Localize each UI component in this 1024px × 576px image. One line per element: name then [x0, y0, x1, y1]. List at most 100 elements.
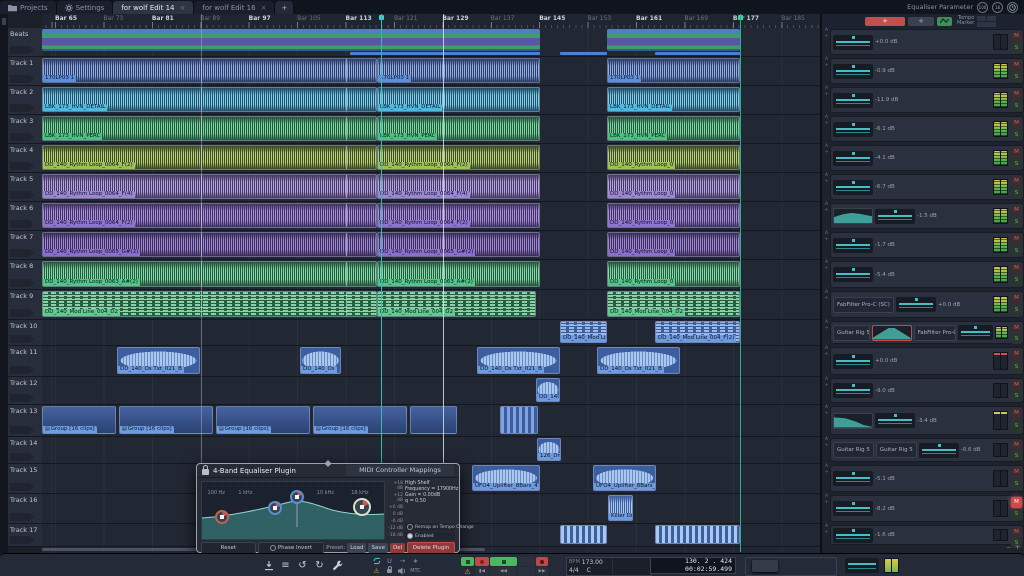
- plugin-button[interactable]: Guitar Rig 5: [833, 442, 874, 458]
- track-header-tag[interactable]: [10, 483, 34, 491]
- volume-fader[interactable]: [833, 180, 873, 195]
- solo-button[interactable]: S: [1011, 159, 1022, 170]
- punch-icon[interactable]: U: [383, 556, 396, 566]
- audio-clip[interactable]: LBK_173_HVN_DETAIL: [607, 87, 740, 112]
- audio-clip[interactable]: DD_140_Rythm Loop_0064_F(2): [377, 203, 540, 228]
- warning-icon[interactable]: ⚠: [370, 566, 383, 576]
- audio-clip[interactable]: [655, 525, 740, 544]
- track-lane[interactable]: DD_140_Os Txt_021_B DD_140_Os DD_140_Os Tx…: [42, 346, 820, 377]
- remap-radio[interactable]: [407, 524, 413, 530]
- remap-option[interactable]: Remap on Tempo Change: [405, 523, 455, 531]
- preset-save-button[interactable]: Save: [368, 543, 388, 553]
- preset-del-button[interactable]: Del: [390, 543, 405, 553]
- track-header[interactable]: Track 17: [8, 524, 42, 547]
- mtc-label[interactable]: MTC: [409, 566, 422, 576]
- audio-clip[interactable]: DD_140_Os Txt_021_B: [117, 347, 200, 374]
- volume-fader[interactable]: [833, 528, 873, 543]
- audio-clip[interactable]: DD_140_Os: [300, 347, 341, 374]
- mixer-row[interactable]: Guitar Rig 5Guitar Rig 5-0.6 dBMS: [830, 438, 1024, 462]
- tool-wrench-icon[interactable]: [330, 558, 345, 573]
- eq-band-knob-1[interactable]: [215, 510, 229, 524]
- track-header-tag[interactable]: [10, 513, 34, 521]
- volume-fader[interactable]: [833, 151, 873, 166]
- track-lane[interactable]: 126_Dm: [42, 437, 820, 464]
- audio-clip[interactable]: LBK_173_HVN_DETAIL: [42, 87, 377, 112]
- tab-new-tab[interactable]: +: [275, 1, 294, 14]
- track-header[interactable]: Track 11: [8, 346, 42, 377]
- volume-fader[interactable]: [833, 501, 873, 516]
- loop-icon[interactable]: [370, 556, 383, 566]
- solo-button[interactable]: S: [1011, 305, 1022, 316]
- track-header-tag[interactable]: [10, 220, 34, 228]
- mute-button[interactable]: M: [1011, 176, 1022, 187]
- volume-fader[interactable]: [833, 354, 873, 369]
- mute-button[interactable]: M: [1011, 31, 1022, 42]
- enabled-option[interactable]: Enabled: [405, 532, 455, 540]
- mixer-row[interactable]: -0.9 dBMS: [830, 58, 1024, 84]
- tab-close-icon[interactable]: ×: [261, 4, 267, 12]
- track-lane[interactable]: DD_140: [42, 377, 820, 405]
- volume-fader[interactable]: [919, 443, 959, 458]
- track-header[interactable]: Track 4: [8, 144, 42, 173]
- volume-fader[interactable]: [875, 413, 915, 428]
- volume-fader[interactable]: [833, 471, 873, 486]
- beats-marker-bar[interactable]: [350, 52, 540, 55]
- volume-fader[interactable]: [896, 297, 936, 312]
- solo-button[interactable]: S: [1011, 101, 1022, 112]
- beats-marker-bar[interactable]: [655, 52, 740, 55]
- mixer-row[interactable]: -9.0 dBMS: [830, 378, 1024, 403]
- mixer-row[interactable]: -8.2 dBMS: [830, 495, 1024, 522]
- mute-button[interactable]: M: [1011, 440, 1022, 450]
- audio-clip[interactable]: 170LP03 1: [607, 58, 740, 83]
- mixer-row[interactable]: -1.6 dBMS: [830, 525, 1024, 545]
- mixer-row[interactable]: +0.0 dBMS: [830, 347, 1024, 375]
- audio-clip[interactable]: UFO4_Uplifter_8Bars_47_PRK: [472, 465, 540, 491]
- track-header[interactable]: Track 14: [8, 437, 42, 464]
- audio-clip[interactable]: DD_140_Rythm Loop_0063_A#(2): [42, 261, 377, 287]
- mute-button[interactable]: M: [1011, 349, 1022, 361]
- audio-clip[interactable]: DD_140_Mod Line_: [560, 321, 607, 343]
- plugin-curve-thumbnail[interactable]: [833, 413, 873, 429]
- track-header-tag[interactable]: [10, 46, 34, 54]
- follow-icon[interactable]: →: [396, 556, 409, 566]
- mute-button[interactable]: M: [1011, 497, 1022, 508]
- plugin-button[interactable]: FabFilter Pro-C: [914, 325, 956, 341]
- solo-button[interactable]: S: [1011, 43, 1022, 54]
- audio-clip[interactable]: DD_140_Rythm Loop_0064_F(2): [42, 203, 377, 228]
- solo-button[interactable]: S: [1011, 509, 1022, 520]
- audio-clip[interactable]: DD_140_Rythm Loop_0: [607, 203, 740, 228]
- tempo-display[interactable]: BPM173.00 4/4C: [566, 557, 652, 576]
- audio-clip[interactable]: DD_140_Os Txt_021_B: [597, 347, 680, 374]
- audio-clip[interactable]: [410, 406, 457, 434]
- solo-button[interactable]: S: [1011, 275, 1022, 286]
- return-to-start-button[interactable]: ▮◀: [475, 567, 489, 576]
- plugin-curve-thumbnail[interactable]: [833, 208, 873, 224]
- forward-button[interactable]: ▶▶: [536, 567, 548, 576]
- marker-button[interactable]: [977, 22, 996, 27]
- track-header[interactable]: Track 13: [8, 405, 42, 437]
- track-header-tag[interactable]: [10, 366, 34, 374]
- solo-button[interactable]: S: [1011, 246, 1022, 257]
- volume-fader[interactable]: [833, 238, 873, 253]
- loop-marker[interactable]: [379, 15, 384, 20]
- audio-clip[interactable]: 170LP03 1: [42, 58, 377, 83]
- track-lane[interactable]: DD_140_Mod Line_DD_140_Mod Line_004_F(2): [42, 320, 820, 346]
- track-header[interactable]: Track 10: [8, 320, 42, 346]
- automation-button[interactable]: [937, 17, 952, 26]
- eq-band-knob-4[interactable]: [353, 498, 371, 516]
- beats-stripes-clip[interactable]: [42, 29, 540, 51]
- track-header[interactable]: Track 3: [8, 115, 42, 144]
- volume-fader[interactable]: [958, 325, 993, 340]
- volume-fader[interactable]: [833, 267, 873, 282]
- audio-clip[interactable]: ▤Group [16 clips]: [216, 406, 310, 434]
- track-header[interactable]: Track 7: [8, 231, 42, 260]
- mixer-row[interactable]: -5.1 dBMS: [830, 465, 1024, 492]
- solo-button[interactable]: S: [1011, 362, 1022, 374]
- volume-fader[interactable]: [833, 93, 873, 108]
- audio-clip[interactable]: UFO4_Uplifter_8Bars_47_PRK: [593, 465, 656, 491]
- plugin-button[interactable]: Guitar Rig 5: [833, 325, 870, 341]
- audio-clip[interactable]: 126_Dm: [537, 438, 561, 461]
- audio-clip[interactable]: 170LP03 1: [377, 58, 540, 83]
- audio-clip[interactable]: LBK_173_HVN_PERC: [607, 116, 740, 141]
- audio-clip[interactable]: DD_140_Mod Line_004_D2: [607, 291, 740, 317]
